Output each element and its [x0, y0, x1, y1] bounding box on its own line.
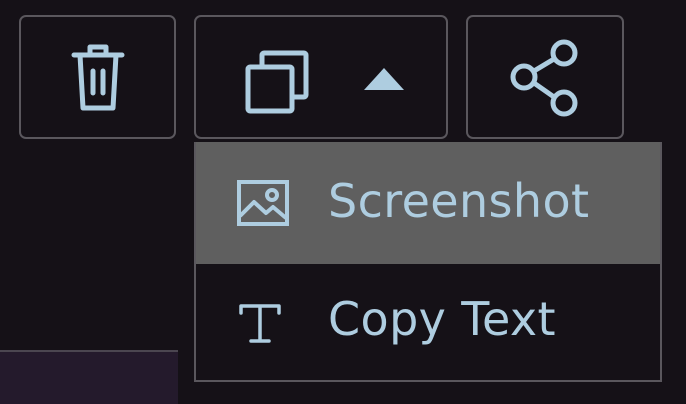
copy-icon: [245, 50, 309, 114]
copy-menu-button[interactable]: [194, 15, 448, 139]
text-icon: [239, 304, 281, 343]
menu-item-copy-text[interactable]: Copy Text: [196, 264, 660, 380]
share-icon: [510, 39, 578, 117]
menu-item-label: Copy Text: [328, 292, 556, 346]
menu-item-label: Screenshot: [328, 174, 590, 228]
share-button[interactable]: [466, 15, 624, 139]
side-panel-strip: [0, 350, 178, 404]
menu-item-screenshot[interactable]: Screenshot: [196, 142, 660, 264]
delete-button[interactable]: [19, 15, 176, 139]
caret-up-icon: [364, 68, 404, 90]
copy-dropdown-menu: Screenshot Copy Text: [194, 142, 662, 382]
image-icon: [237, 180, 289, 226]
trash-icon: [71, 44, 125, 111]
